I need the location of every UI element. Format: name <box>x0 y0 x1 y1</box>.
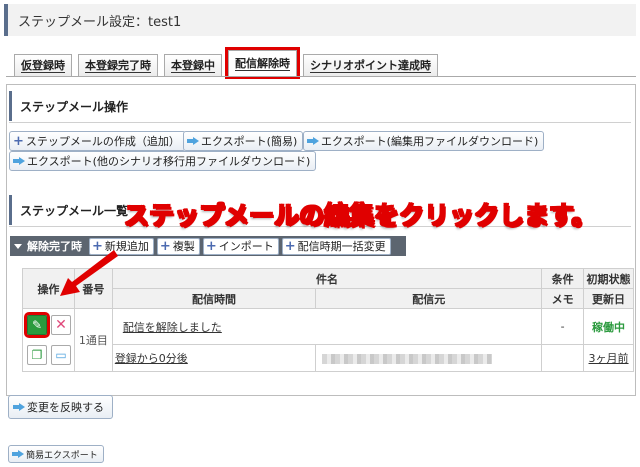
delete-button[interactable]: ✕ <box>51 315 71 335</box>
header-subject: 件名 <box>111 268 543 289</box>
header-send-time: 配信時間 <box>111 288 317 309</box>
row-sender-cell <box>315 344 543 372</box>
arrow-right-icon <box>307 137 319 145</box>
export-simple-button[interactable]: エクスポート(簡易) <box>183 131 304 151</box>
ops-section-title: ステップメール操作 <box>9 91 631 121</box>
import-button[interactable]: + インポート <box>202 237 279 255</box>
plus-icon: + <box>205 238 217 254</box>
tab-registration-complete[interactable]: 本登録完了時 <box>78 54 158 76</box>
header-memo: メモ <box>541 288 585 309</box>
arrow-right-icon <box>13 157 25 165</box>
row-updated-cell: 3ヶ月前 <box>583 344 634 372</box>
row-memo <box>541 344 585 372</box>
pointer-arrow-icon <box>60 250 118 296</box>
plus-icon: + <box>13 133 24 149</box>
send-time-link[interactable]: 登録から0分後 <box>115 352 188 365</box>
tab-registered[interactable]: 本登録中 <box>164 54 222 76</box>
instruction-callout: ステップメールの編集をクリックします。 <box>123 200 597 231</box>
tab-bar: 仮登録時 本登録完了時 本登録中 配信解除時 シナリオポイント達成時 <box>14 47 444 79</box>
page-title: ステップメール設定：test1 <box>4 4 636 36</box>
page-title-text: ステップメール設定：test1 <box>18 14 182 30</box>
status-badge: 稼働中 <box>583 308 634 345</box>
duplicate-button[interactable]: + 複製 <box>156 237 200 255</box>
row-number: 1通目 <box>73 308 113 372</box>
header-updated: 更新日 <box>583 288 634 309</box>
subject-link[interactable]: 配信を解除しました <box>123 321 222 334</box>
copy-icon: ❐ <box>31 348 43 362</box>
row-condition: - <box>541 308 585 345</box>
redacted-sender <box>322 353 493 364</box>
apply-changes-button[interactable]: 変更を反映する <box>8 395 113 419</box>
chevron-down-icon <box>14 243 22 249</box>
tab-unsubscribe[interactable]: 配信解除時 <box>225 47 300 79</box>
row-subject-cell: 配信を解除しました <box>111 308 543 345</box>
pencil-icon: ✎ <box>31 318 43 332</box>
updated-link[interactable]: 3ヶ月前 <box>589 352 629 365</box>
header-condition: 条件 <box>541 268 585 289</box>
bulk-schedule-change-button[interactable]: + 配信時期一括変更 <box>281 237 391 255</box>
arrow-right-icon <box>12 450 24 458</box>
preview-button[interactable]: ▭ <box>51 345 71 365</box>
tab-provisional[interactable]: 仮登録時 <box>14 54 72 76</box>
create-step-mail-button[interactable]: + ステップメールの作成（追加） <box>9 131 186 151</box>
export-edit-button[interactable]: エクスポート(編集用ファイルダウンロード) <box>303 131 545 151</box>
table-row: ✎ ✕ ❐ ▭ 1通目 配信を解除しました - 稼働中 <box>22 308 634 372</box>
close-icon: ✕ <box>55 317 67 333</box>
plus-icon: + <box>159 238 171 254</box>
plus-icon: + <box>284 238 296 254</box>
arrow-right-icon <box>13 403 25 411</box>
tab-scenario-point[interactable]: シナリオポイント達成時 <box>303 54 438 76</box>
export-other-scenario-button[interactable]: エクスポート(他のシナリオ移行用ファイルダウンロード) <box>9 151 317 171</box>
arrow-right-icon <box>187 137 199 145</box>
monitor-icon: ▭ <box>55 348 67 362</box>
tab-divider <box>6 76 636 77</box>
table-row-detail: 登録から0分後 3ヶ月前 <box>23 344 634 372</box>
row-ops-cell: ✎ ✕ ❐ ▭ <box>22 308 75 372</box>
row-send-time-cell: 登録から0分後 <box>111 344 317 372</box>
header-initial-state: 初期状態 <box>583 268 634 289</box>
copy-button[interactable]: ❐ <box>27 345 47 365</box>
ops-section-rule <box>9 122 631 123</box>
header-sender: 配信元 <box>315 288 543 309</box>
simple-export-button[interactable]: 簡易エクスポート <box>8 445 104 463</box>
edit-button[interactable]: ✎ <box>24 312 50 338</box>
